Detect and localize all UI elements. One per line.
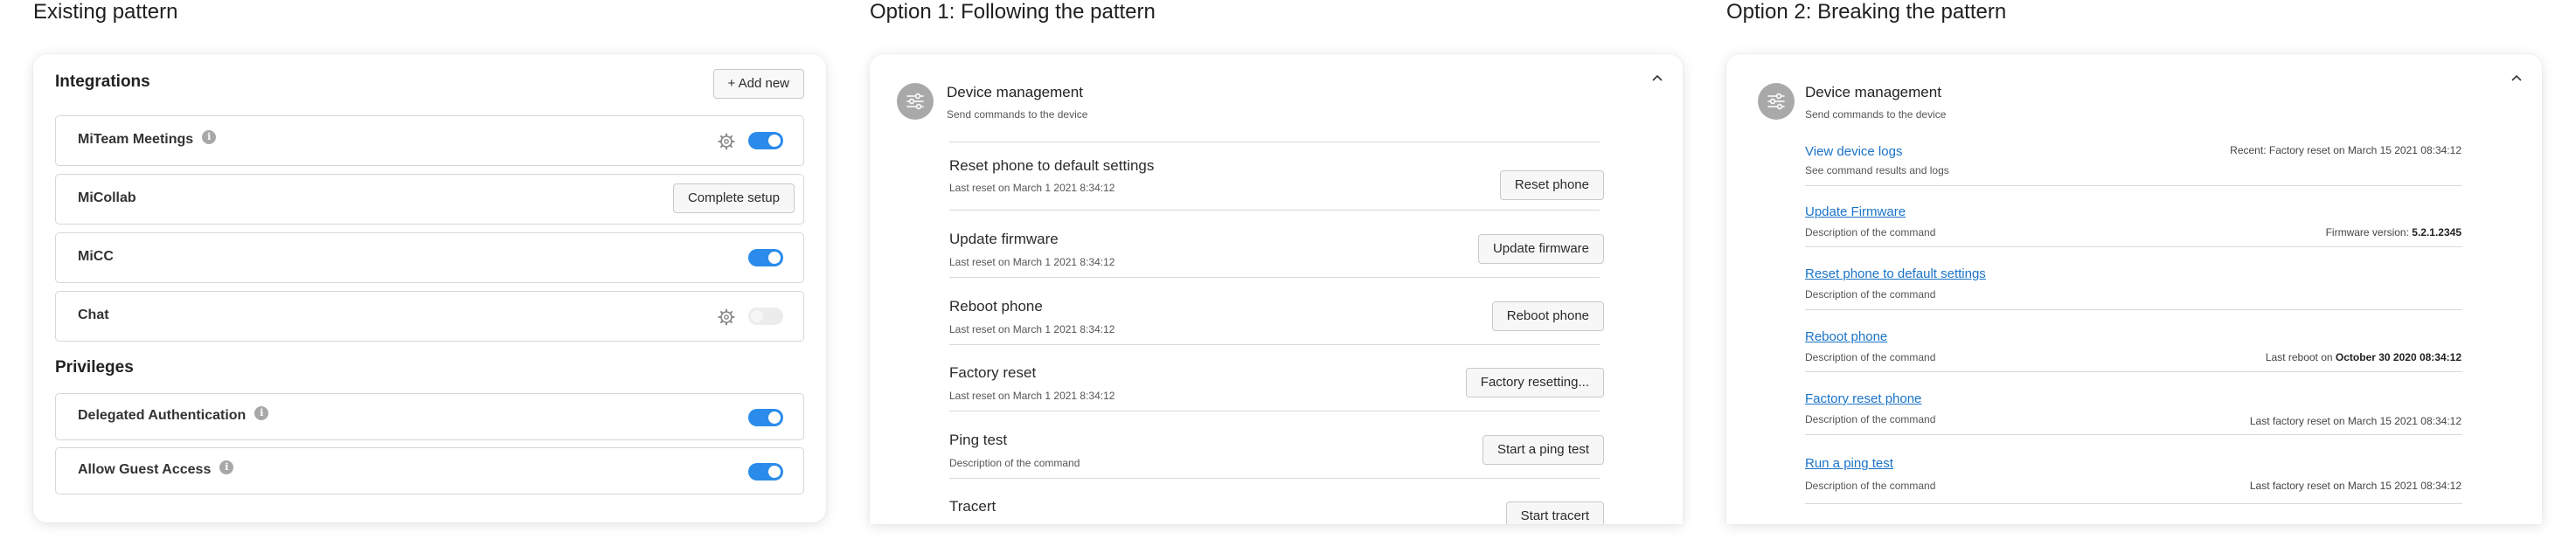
update-firmware-link[interactable]: Update Firmware xyxy=(1805,204,1906,219)
device-management-card-option2: Device management Send commands to the d… xyxy=(1726,54,2542,524)
privilege-label: Allow Guest Access xyxy=(78,462,212,477)
last-factory-reset: Last factory reset on March 15 2021 08:3… xyxy=(2249,415,2461,427)
card-title: Device management xyxy=(1805,84,1941,100)
command-name: Factory reset xyxy=(949,364,1037,381)
chevron-up-icon[interactable] xyxy=(2510,73,2523,82)
command-subtitle: See command results and logs xyxy=(1805,164,1949,176)
integration-row-miteam: MiTeam Meetings i xyxy=(55,115,804,166)
gear-icon[interactable] xyxy=(718,308,735,326)
factory-reset-button[interactable]: Factory resetting... xyxy=(1465,368,1604,398)
divider xyxy=(949,277,1600,278)
device-settings-icon xyxy=(1758,83,1795,120)
divider xyxy=(1805,503,2462,504)
ping-test-button[interactable]: Start a ping test xyxy=(1482,435,1604,465)
integration-label: MiCC xyxy=(78,249,114,264)
command-subtitle: Description of the command xyxy=(1805,288,1936,301)
command-subtitle: Last reset on March 1 2021 8:34:12 xyxy=(949,256,1115,268)
reset-phone-link[interactable]: Reset phone to default settings xyxy=(1805,266,1986,281)
integration-row-chat: Chat xyxy=(55,291,804,342)
card-subtitle: Send commands to the device xyxy=(947,108,1088,121)
command-subtitle: Last reset on March 1 2021 8:34:12 xyxy=(949,323,1115,335)
info-icon[interactable]: i xyxy=(202,130,217,144)
ping-test-link[interactable]: Run a ping test xyxy=(1805,456,1893,471)
command-name: Reboot phone xyxy=(949,298,1043,315)
guest-access-toggle[interactable] xyxy=(748,463,783,480)
firmware-version: Firmware version: 5.2.1.2345 xyxy=(2325,226,2461,239)
chat-toggle[interactable] xyxy=(748,308,783,325)
delegated-auth-toggle[interactable] xyxy=(748,409,783,426)
divider xyxy=(1805,309,2462,310)
last-reboot: Last reboot on October 30 2020 08:34:12 xyxy=(2265,351,2461,363)
micc-toggle[interactable] xyxy=(748,249,783,266)
card-title: Device management xyxy=(947,84,1083,100)
command-subtitle: Description of the command xyxy=(1805,351,1936,363)
integration-label: MiTeam Meetings xyxy=(78,132,194,147)
command-subtitle: Description of the command xyxy=(1805,413,1936,425)
command-subtitle: Last reset on March 1 2021 8:34:12 xyxy=(949,390,1115,402)
reset-phone-button[interactable]: Reset phone xyxy=(1499,170,1604,200)
command-name: Tracert xyxy=(949,498,996,515)
chevron-up-icon[interactable] xyxy=(1651,73,1663,82)
divider xyxy=(949,344,1600,345)
divider xyxy=(1805,434,2462,435)
device-management-card-option1: Device management Send commands to the d… xyxy=(870,54,1683,524)
command-name: Ping test xyxy=(949,432,1008,448)
command-name: Reset phone to default settings xyxy=(949,157,1155,174)
factory-reset-link[interactable]: Factory reset phone xyxy=(1805,391,1921,406)
divider xyxy=(949,210,1600,211)
privileges-heading: Privileges xyxy=(55,358,134,377)
divider xyxy=(1805,246,2462,247)
privilege-row-guest-access: Allow Guest Access i xyxy=(55,447,804,494)
info-icon[interactable]: i xyxy=(254,406,269,420)
option1-title: Option 1: Following the pattern xyxy=(870,0,1156,24)
command-meta: Recent: Factory reset on March 15 2021 0… xyxy=(2230,144,2461,156)
reboot-phone-button[interactable]: Reboot phone xyxy=(1491,301,1604,331)
divider xyxy=(949,478,1600,479)
view-device-logs-link[interactable]: View device logs xyxy=(1805,144,1902,159)
add-new-button[interactable]: + Add new xyxy=(712,69,804,99)
gear-icon[interactable] xyxy=(718,133,735,150)
integration-label: MiCollab xyxy=(78,190,136,205)
integration-row-micc: MiCC xyxy=(55,232,804,283)
device-settings-icon xyxy=(897,83,934,120)
reboot-phone-link[interactable]: Reboot phone xyxy=(1805,329,1887,344)
privilege-label: Delegated Authentication xyxy=(78,408,246,423)
divider xyxy=(1805,185,2462,186)
existing-pattern-title: Existing pattern xyxy=(33,0,178,24)
command-name: Update firmware xyxy=(949,231,1059,247)
command-subtitle: Description of the command xyxy=(1805,226,1936,239)
update-firmware-button[interactable]: Update firmware xyxy=(1477,234,1604,264)
divider xyxy=(1805,371,2462,372)
last-factory-reset: Last factory reset on March 15 2021 08:3… xyxy=(2249,480,2461,492)
tracert-button[interactable]: Start tracert xyxy=(1505,501,1604,524)
card-subtitle: Send commands to the device xyxy=(1805,108,1947,121)
miteam-toggle[interactable] xyxy=(748,132,783,149)
integration-row-micollab: MiCollab Complete setup xyxy=(55,174,804,225)
integrations-card: Integrations + Add new MiTeam Meetings i… xyxy=(33,54,826,522)
integration-label: Chat xyxy=(78,308,109,322)
command-subtitle: Description of the command xyxy=(949,457,1080,469)
integrations-heading: Integrations xyxy=(55,73,150,91)
command-subtitle: Description of the command xyxy=(1805,480,1936,492)
complete-setup-button[interactable]: Complete setup xyxy=(672,183,795,213)
command-subtitle: Last reset on March 1 2021 8:34:12 xyxy=(949,182,1115,194)
privilege-row-delegated-auth: Delegated Authentication i xyxy=(55,393,804,440)
option2-title: Option 2: Breaking the pattern xyxy=(1726,0,2007,24)
info-icon[interactable]: i xyxy=(219,460,234,474)
